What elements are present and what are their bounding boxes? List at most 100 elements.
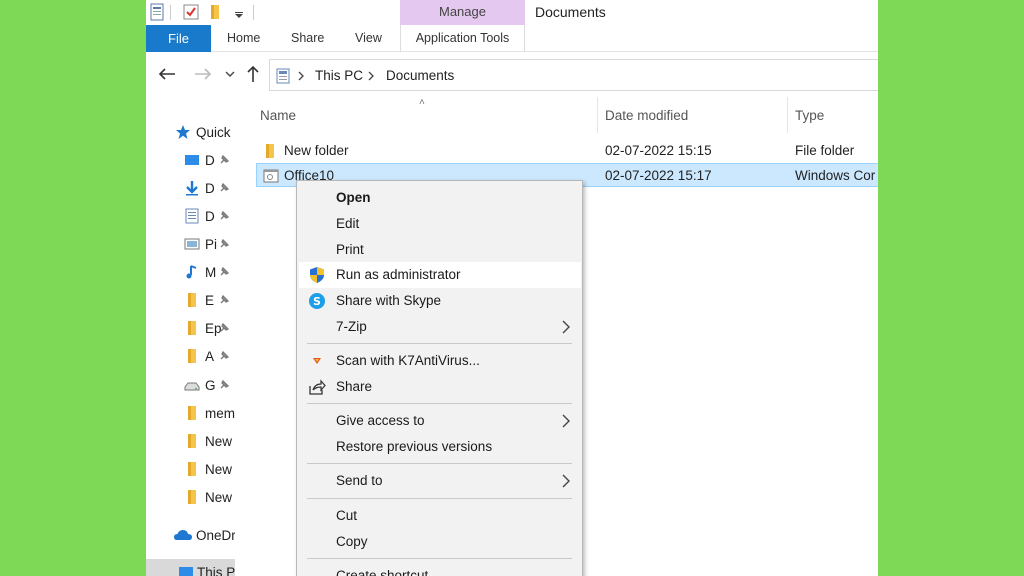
nav-item-folder[interactable]: Ep bbox=[146, 315, 235, 341]
nav-item-desktop[interactable]: D bbox=[146, 147, 235, 173]
star-icon bbox=[176, 125, 190, 139]
tab-share[interactable]: Share bbox=[291, 25, 324, 52]
menu-item-print[interactable]: Print bbox=[299, 237, 581, 263]
pin-icon bbox=[220, 238, 230, 248]
folder-icon bbox=[188, 462, 196, 476]
breadcrumb-chevron-icon[interactable] bbox=[298, 71, 304, 81]
nav-label: New bbox=[205, 462, 233, 477]
nav-item-folder[interactable]: New bbox=[146, 456, 235, 482]
address-bar[interactable]: This PC Documents bbox=[269, 59, 878, 91]
menu-item-copy[interactable]: Copy bbox=[299, 529, 581, 555]
column-header-date-modified[interactable]: Date modified bbox=[605, 108, 688, 123]
navigation-row: This PC Documents bbox=[146, 52, 878, 97]
nav-label: mem bbox=[205, 406, 235, 421]
menu-item-send-to[interactable]: Send to bbox=[299, 468, 581, 494]
file-row-new-folder[interactable]: New folder 02-07-2022 15:15 File folder bbox=[256, 139, 878, 163]
pin-icon bbox=[220, 350, 230, 360]
pin-icon bbox=[220, 379, 230, 389]
nav-item-pictures[interactable]: Pi bbox=[146, 231, 235, 257]
menu-item-share-with-skype[interactable]: S Share with Skype bbox=[299, 288, 581, 314]
menu-item-label: Print bbox=[336, 242, 364, 257]
folder-icon bbox=[188, 434, 196, 448]
customize-toolbar-icon[interactable] bbox=[230, 3, 248, 21]
checklist-icon[interactable] bbox=[182, 3, 200, 21]
nav-label: M bbox=[205, 265, 217, 280]
column-divider[interactable] bbox=[787, 97, 788, 133]
tab-home[interactable]: Home bbox=[227, 25, 260, 52]
menu-separator bbox=[307, 463, 572, 464]
menu-item-restore-previous-versions[interactable]: Restore previous versions bbox=[299, 434, 581, 460]
nav-item-documents[interactable]: D bbox=[146, 203, 235, 229]
k7-antivirus-icon bbox=[313, 358, 321, 364]
nav-label: Pi bbox=[205, 237, 218, 252]
pin-icon bbox=[220, 322, 230, 332]
folder-icon bbox=[188, 406, 196, 420]
drive-icon bbox=[184, 382, 200, 391]
nav-label: E bbox=[205, 293, 215, 308]
nav-item-folder[interactable]: New bbox=[146, 484, 235, 510]
column-divider[interactable] bbox=[597, 97, 598, 133]
up-icon[interactable] bbox=[246, 65, 260, 83]
tab-file[interactable]: File bbox=[146, 25, 211, 52]
menu-separator bbox=[307, 403, 572, 404]
file-type: File folder bbox=[795, 143, 855, 158]
menu-item-label: Open bbox=[336, 190, 371, 205]
menu-item-open[interactable]: Open bbox=[299, 185, 581, 211]
column-header-name[interactable]: Name bbox=[260, 108, 296, 123]
nav-item-folder[interactable]: New bbox=[146, 428, 235, 454]
submenu-arrow-icon bbox=[562, 320, 570, 334]
column-header-type[interactable]: Type bbox=[795, 108, 824, 123]
file-date: 02-07-2022 15:15 bbox=[605, 143, 712, 158]
tab-manage[interactable]: Manage bbox=[400, 0, 525, 25]
nav-this-pc[interactable]: This P bbox=[146, 559, 235, 576]
nav-item-folder[interactable]: mem bbox=[146, 400, 235, 426]
pin-icon bbox=[220, 294, 230, 304]
pin-icon bbox=[220, 154, 230, 164]
menu-item-label: 7-Zip bbox=[336, 319, 367, 334]
menu-item-edit[interactable]: Edit bbox=[299, 211, 581, 237]
breadcrumb-documents[interactable]: Documents bbox=[386, 68, 454, 83]
menu-item-label: Edit bbox=[336, 216, 360, 231]
nav-label: This P bbox=[197, 565, 235, 576]
nav-item-downloads[interactable]: D bbox=[146, 175, 235, 201]
menu-item-cut[interactable]: Cut bbox=[299, 503, 581, 529]
nav-label: D bbox=[205, 153, 215, 168]
menu-separator bbox=[307, 498, 572, 499]
menu-item-share[interactable]: Share bbox=[299, 374, 581, 400]
pin-icon bbox=[220, 266, 230, 276]
pin-icon bbox=[220, 182, 230, 192]
menu-item-label: Run as administrator bbox=[336, 267, 461, 282]
sort-ascending-icon: ˄ bbox=[419, 97, 425, 108]
menu-item-7zip[interactable]: 7-Zip bbox=[299, 314, 581, 340]
submenu-arrow-icon bbox=[562, 414, 570, 428]
nav-item-folder[interactable]: A bbox=[146, 343, 235, 369]
nav-label: New bbox=[205, 434, 233, 449]
menu-item-run-as-administrator[interactable]: Run as administrator bbox=[299, 262, 581, 288]
tab-view[interactable]: View bbox=[355, 25, 382, 52]
menu-item-create-shortcut[interactable]: Create shortcut bbox=[299, 563, 581, 576]
forward-icon[interactable] bbox=[194, 67, 212, 81]
nav-quick-access[interactable]: Quick bbox=[146, 119, 235, 145]
skype-icon: S bbox=[309, 293, 325, 309]
nav-item-folder[interactable]: E bbox=[146, 287, 235, 313]
menu-separator bbox=[307, 343, 572, 344]
tab-application-tools[interactable]: Application Tools bbox=[400, 25, 525, 52]
toolbar-divider bbox=[170, 5, 171, 20]
nav-item-drive[interactable]: G bbox=[146, 372, 235, 398]
nav-label: New bbox=[205, 490, 233, 505]
context-menu: Open Edit Print Run as administrator S S… bbox=[296, 180, 583, 576]
folder-icon bbox=[188, 349, 196, 363]
nav-onedrive[interactable]: OneDr bbox=[146, 522, 235, 548]
nav-item-music[interactable]: M bbox=[146, 259, 235, 285]
share-icon bbox=[309, 379, 326, 395]
breadcrumb-chevron-icon[interactable] bbox=[368, 71, 374, 81]
back-icon[interactable] bbox=[158, 67, 176, 81]
breadcrumb-this-pc[interactable]: This PC bbox=[315, 68, 363, 83]
folder-icon bbox=[266, 144, 274, 158]
properties-icon[interactable] bbox=[148, 3, 166, 21]
recent-locations-icon[interactable] bbox=[225, 70, 235, 78]
new-folder-icon[interactable] bbox=[206, 3, 224, 21]
menu-item-scan-k7antivirus[interactable]: Scan with K7AntiVirus... bbox=[299, 348, 581, 374]
this-pc-icon bbox=[276, 68, 290, 84]
menu-item-give-access-to[interactable]: Give access to bbox=[299, 408, 581, 434]
